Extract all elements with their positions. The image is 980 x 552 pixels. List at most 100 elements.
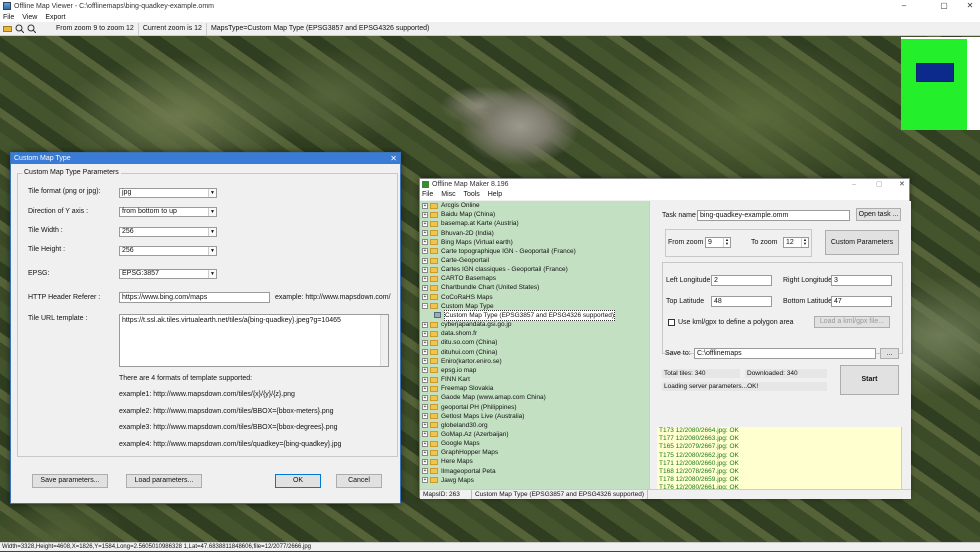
expand-icon[interactable]: + — [422, 458, 428, 465]
tree-item[interactable]: + Chartbundle Chart (United States) — [420, 283, 649, 292]
expand-icon[interactable]: + — [422, 239, 428, 246]
tree-item[interactable]: + Bing Maps (Virtual earth) — [420, 238, 649, 247]
task-name-input[interactable]: bing-quadkey-example.omm — [697, 210, 850, 221]
maker-menu-tools[interactable]: Tools — [463, 191, 479, 198]
collapse-icon[interactable]: − — [422, 303, 428, 310]
top-latitude-input[interactable]: 48 — [711, 296, 772, 307]
tree-item[interactable]: + geoportal PH (Philippines) — [420, 402, 649, 411]
menu-file[interactable]: File — [3, 14, 14, 21]
expand-icon[interactable]: + — [422, 284, 428, 291]
minimize-button[interactable]: – — [890, 0, 918, 12]
tree-item[interactable]: + FINN Kart — [420, 375, 649, 384]
tree-item[interactable]: + dituhui.com (China) — [420, 348, 649, 357]
browse-button[interactable]: ... — [880, 348, 899, 359]
right-longitude-input[interactable]: 3 — [831, 275, 892, 286]
expand-icon[interactable]: + — [422, 230, 428, 237]
load-kml-button[interactable]: Load a kml/gpx file... — [814, 316, 890, 328]
tree-item[interactable]: + globeland30.org — [420, 421, 649, 430]
tree-item[interactable]: + Getlost Maps Live (Australia) — [420, 412, 649, 421]
save-parameters-button[interactable]: Save parameters... — [32, 474, 108, 488]
menu-view[interactable]: View — [22, 14, 37, 21]
maker-menu-help[interactable]: Help — [488, 191, 502, 198]
open-task-button[interactable]: Open task ... — [856, 208, 901, 221]
bottom-latitude-input[interactable]: 47 — [831, 296, 892, 307]
left-longitude-input[interactable]: 2 — [711, 275, 772, 286]
start-button[interactable]: Start — [840, 365, 899, 395]
tile-width-select[interactable]: 256 ▼ — [119, 227, 217, 237]
tile-format-select[interactable]: jpg ▼ — [119, 188, 217, 198]
y-axis-select[interactable]: from bottom to up ▼ — [119, 207, 217, 217]
tree-item[interactable]: + Carte topographique IGN - Geoportail (F… — [420, 247, 649, 256]
expand-icon[interactable]: + — [422, 266, 428, 273]
ok-button[interactable]: OK — [275, 474, 321, 488]
open-folder-icon[interactable] — [2, 24, 12, 34]
tree-item[interactable]: + Google Maps — [420, 439, 649, 448]
expand-icon[interactable]: + — [422, 440, 428, 447]
expand-icon[interactable]: + — [422, 257, 428, 264]
epsg-select[interactable]: EPSG:3857 ▼ — [119, 269, 217, 279]
textarea-scrollbar[interactable] — [380, 315, 388, 366]
menu-export[interactable]: Export — [45, 14, 65, 21]
overview-viewport-box[interactable] — [916, 63, 954, 82]
expand-icon[interactable]: + — [422, 220, 428, 227]
tree-item[interactable]: + Eniro(kartor.eniro.se) — [420, 357, 649, 366]
tree-item[interactable]: + Ilmageoportal Peta — [420, 467, 649, 476]
maximize-button[interactable]: ▢ — [930, 0, 958, 12]
expand-icon[interactable]: + — [422, 468, 428, 475]
tree-item[interactable]: + Cartes IGN classiques - Geoportail (Fra… — [420, 265, 649, 274]
expand-icon[interactable]: + — [422, 248, 428, 255]
expand-icon[interactable]: + — [422, 385, 428, 392]
tree-item[interactable]: + GraphHopper Maps — [420, 448, 649, 457]
expand-icon[interactable]: + — [422, 211, 428, 218]
expand-icon[interactable]: + — [422, 404, 428, 411]
zoom-out-icon[interactable] — [26, 24, 36, 34]
tile-height-select[interactable]: 256 ▼ — [119, 246, 217, 256]
tree-item[interactable]: + Gaode Map (www.amap.com China) — [420, 393, 649, 402]
expand-icon[interactable]: + — [422, 394, 428, 401]
tree-item[interactable]: + cyberjapandata.gsi.go.jp — [420, 320, 649, 329]
map-source-tree[interactable]: + Arcgis Online + Baidu Map (China) + basemap… — [420, 201, 649, 489]
tree-item[interactable]: + epsg.io map — [420, 366, 649, 375]
tree-scrollbar[interactable] — [649, 201, 657, 489]
tree-item[interactable]: + Here Maps — [420, 457, 649, 466]
expand-icon[interactable]: + — [422, 449, 428, 456]
maker-minimize-button[interactable]: – — [852, 179, 856, 190]
tree-item[interactable]: + Bhuvan-2D (India) — [420, 228, 649, 237]
tree-item[interactable]: + basemap.at Karte (Austria) — [420, 219, 649, 228]
expand-icon[interactable]: + — [422, 275, 428, 282]
url-template-textarea[interactable]: https://t.ssl.ak.tiles.virtualearth.net/… — [119, 314, 389, 367]
load-parameters-button[interactable]: Load parameters... — [126, 474, 202, 488]
expand-icon[interactable]: + — [422, 358, 428, 365]
expand-icon[interactable]: + — [422, 422, 428, 429]
expand-icon[interactable]: + — [422, 349, 428, 356]
from-zoom-input[interactable]: 9 ▲ ▼ — [705, 237, 731, 248]
expand-icon[interactable]: + — [422, 294, 428, 301]
expand-icon[interactable]: + — [422, 477, 428, 484]
tree-item[interactable]: + ditu.so.com (China) — [420, 338, 649, 347]
maker-maximize-button[interactable]: ▢ — [876, 179, 883, 190]
maker-menu-file[interactable]: File — [422, 191, 433, 198]
spinner-arrows-icon[interactable]: ▲ ▼ — [723, 238, 730, 247]
expand-icon[interactable]: + — [422, 376, 428, 383]
polygon-checkbox[interactable] — [668, 319, 675, 326]
referer-input[interactable]: https://www.bing.com/maps — [119, 292, 270, 303]
maker-menu-misc[interactable]: Misc — [441, 191, 455, 198]
overview-minimap[interactable] — [901, 37, 980, 130]
expand-icon[interactable]: + — [422, 367, 428, 374]
tree-item[interactable]: + Jawg Maps — [420, 476, 649, 485]
expand-icon[interactable]: + — [422, 321, 428, 328]
tree-item[interactable]: + GoMap.Az (Azerbaijan) — [420, 430, 649, 439]
tree-item[interactable]: + CoCoRaHS Maps — [420, 293, 649, 302]
tree-item[interactable]: + Baidu Map (China) — [420, 210, 649, 219]
tree-item[interactable]: + Arcgis Online — [420, 201, 649, 210]
expand-icon[interactable]: + — [422, 339, 428, 346]
tree-item[interactable]: + data.shom.fr — [420, 329, 649, 338]
expand-icon[interactable]: + — [422, 330, 428, 337]
tree-item[interactable]: + Carte-Geoportail — [420, 256, 649, 265]
spinner-arrows-icon[interactable]: ▲ ▼ — [801, 238, 808, 247]
to-zoom-input[interactable]: 12 ▲ ▼ — [783, 237, 809, 248]
save-to-input[interactable]: C:\offlinemaps — [694, 348, 876, 359]
tree-item[interactable]: + CARTO Basemaps — [420, 274, 649, 283]
close-button[interactable]: ✕ — [956, 0, 980, 12]
tree-item[interactable]: Custom Map Type (EPSG3857 and EPSG4326 s… — [420, 309, 649, 321]
